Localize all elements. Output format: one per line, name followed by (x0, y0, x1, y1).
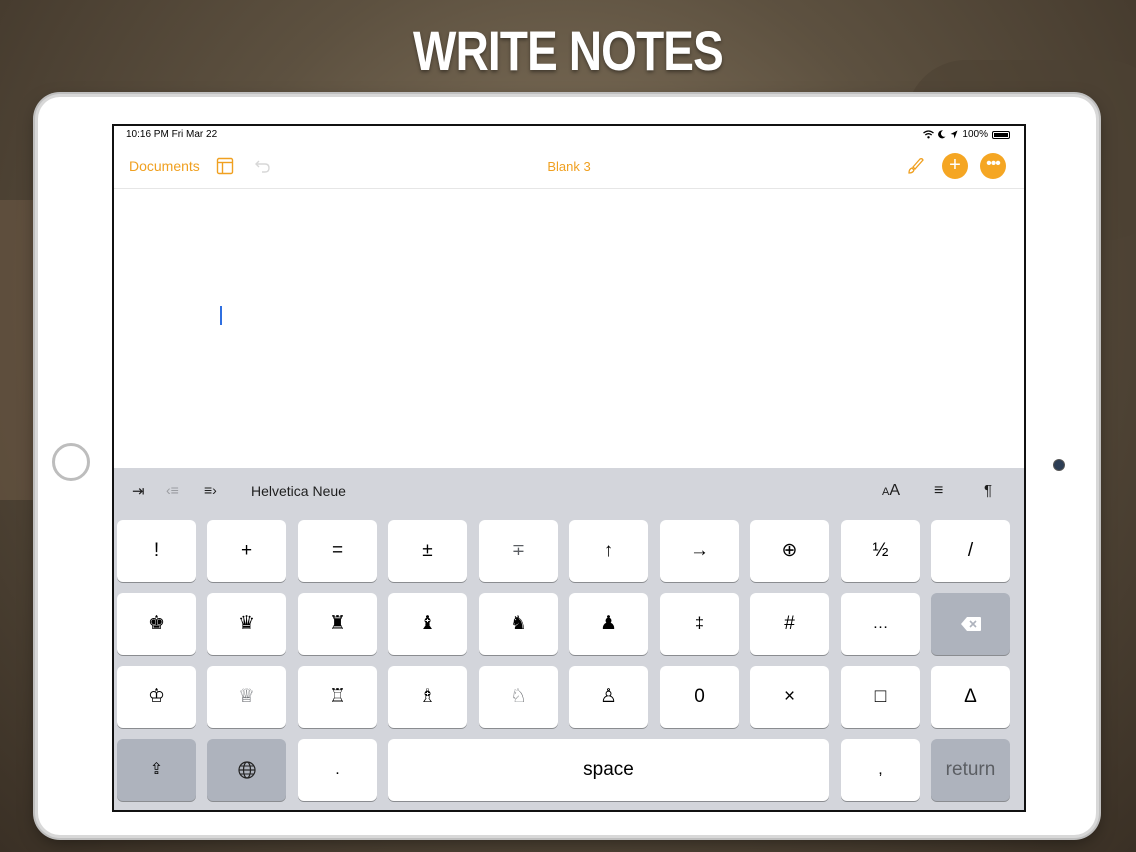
key[interactable]: ↑ (569, 520, 648, 582)
key[interactable]: ♕ (207, 666, 286, 728)
key[interactable]: × (750, 666, 829, 728)
more-icon[interactable]: ••• (980, 153, 1006, 179)
moon-icon (938, 130, 946, 139)
key[interactable]: Δ (931, 666, 1010, 728)
home-button[interactable] (52, 443, 90, 481)
battery-icon (992, 130, 1010, 139)
plus-icon[interactable]: + (942, 153, 968, 179)
key[interactable]: ♛ (207, 593, 286, 655)
outdent-icon[interactable]: ‹≡ (166, 482, 179, 498)
key[interactable]: □ (841, 666, 920, 728)
key[interactable]: … (841, 593, 920, 655)
screen: 10:16 PM Fri Mar 22 100% Documents Blank… (112, 124, 1026, 812)
key[interactable]: → (660, 520, 739, 582)
camera-dot (1054, 460, 1064, 470)
keyboard-toolbar: ⇥ ‹≡ ≡› Helvetica Neue AA ≡ ¶ (114, 468, 1024, 514)
ipad-frame: 10:16 PM Fri Mar 22 100% Documents Blank… (38, 97, 1096, 835)
key[interactable]: ♟ (569, 593, 648, 655)
pilcrow-icon[interactable]: ¶ (984, 482, 992, 499)
globe-icon (237, 761, 256, 779)
key[interactable]: ♘ (479, 666, 558, 728)
key[interactable]: ♝ (388, 593, 467, 655)
return-key[interactable]: return (931, 739, 1010, 801)
space-key[interactable]: space (388, 739, 829, 801)
key[interactable]: + (207, 520, 286, 582)
key[interactable]: ♙ (569, 666, 648, 728)
key[interactable]: ♞ (479, 593, 558, 655)
indent-icon[interactable]: ⇥ (132, 482, 145, 500)
shift-key[interactable]: ⇪ (117, 739, 196, 801)
battery-percent: 100% (962, 129, 988, 140)
text-caret[interactable] (220, 306, 222, 325)
comma-key[interactable]: , (841, 739, 920, 801)
key[interactable]: # (750, 593, 829, 655)
key[interactable]: ! (117, 520, 196, 582)
key[interactable]: / (931, 520, 1010, 582)
brush-icon[interactable] (906, 156, 926, 176)
key[interactable]: ♜ (298, 593, 377, 655)
key[interactable]: ♚ (117, 593, 196, 655)
indent-list-icon[interactable]: ≡› (204, 482, 217, 498)
period-key[interactable]: . (298, 739, 377, 801)
delete-key[interactable] (931, 593, 1010, 655)
key[interactable]: 0 (660, 666, 739, 728)
status-right: 100% (923, 129, 1010, 140)
status-bar: 10:16 PM Fri Mar 22 100% (114, 126, 1024, 144)
key[interactable]: ½ (841, 520, 920, 582)
keyboard: ⇥ ‹≡ ≡› Helvetica Neue AA ≡ ¶ ! + = ± ∓ … (114, 468, 1024, 810)
globe-key[interactable] (207, 739, 286, 801)
key[interactable]: ♖ (298, 666, 377, 728)
status-time: 10:16 PM Fri Mar 22 (126, 129, 218, 140)
navigation-bar: Documents Blank 3 + ••• (114, 148, 1024, 189)
key[interactable]: ∓ (479, 520, 558, 582)
key[interactable]: ‡ (660, 593, 739, 655)
font-selector[interactable]: Helvetica Neue (251, 483, 346, 499)
key[interactable]: ♗ (388, 666, 467, 728)
key[interactable]: = (298, 520, 377, 582)
key[interactable]: ± (388, 520, 467, 582)
backspace-icon (960, 616, 981, 631)
text-size-icon[interactable]: AA (882, 482, 900, 500)
location-arrow-icon (950, 130, 958, 139)
headline: WRITE NOTES (413, 19, 724, 82)
key[interactable]: ⊕ (750, 520, 829, 582)
align-icon[interactable]: ≡ (934, 482, 943, 500)
key[interactable]: ♔ (117, 666, 196, 728)
document-title: Blank 3 (547, 159, 591, 174)
wifi-icon (923, 130, 935, 139)
